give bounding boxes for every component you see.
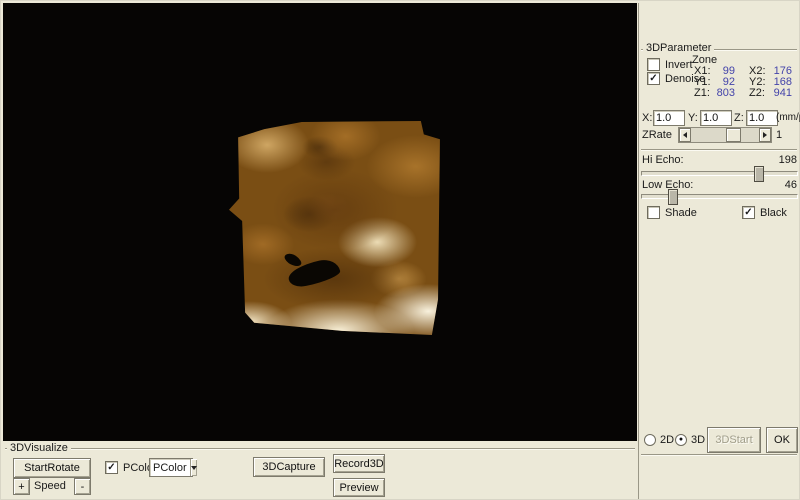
visualize-panel: 3DVisualize StartRotate + Speed - ✓ PCol… <box>3 441 638 499</box>
ok-button[interactable]: OK <box>766 427 798 453</box>
parameter-panel: 3DParameter Invert ✓ Denoise Zone X1: 99… <box>638 3 799 499</box>
groupbox-top-edge <box>5 448 635 449</box>
speed-minus-button[interactable]: - <box>74 478 91 495</box>
scale-y-input[interactable]: 1.0 <box>700 110 732 126</box>
3d-ultrasound-render[interactable] <box>229 119 441 335</box>
radio-icon: ● <box>675 434 687 446</box>
zrate-right-arrow-button[interactable] <box>759 128 771 142</box>
start-rotate-button[interactable]: StartRotate <box>13 458 91 478</box>
arrow-left-icon <box>680 132 687 138</box>
mode-2d-radio[interactable]: 2D <box>644 434 674 446</box>
scale-x-input[interactable]: 1.0 <box>653 110 685 126</box>
radio-icon <box>644 434 656 446</box>
dropdown-arrow-button[interactable] <box>190 459 197 476</box>
checkbox-icon <box>647 206 660 219</box>
zone-z2-value: 941 <box>770 87 792 99</box>
hi-echo-slider[interactable] <box>641 171 798 176</box>
scale-x-label: X: <box>642 112 652 124</box>
checkbox-icon: ✓ <box>647 72 660 85</box>
mode-2d-label: 2D <box>660 434 674 446</box>
hi-echo-label: Hi Echo: <box>642 154 684 166</box>
mode-3d-label: 3D <box>691 434 705 446</box>
zone-z2-label: Z2: <box>749 87 765 99</box>
scale-z-input[interactable]: 1.0 <box>746 110 778 126</box>
speed-plus-button[interactable]: + <box>13 478 30 495</box>
group-label-3dparameter: 3DParameter <box>643 42 714 54</box>
record3d-button[interactable]: Record3D <box>333 454 385 473</box>
low-echo-slider-thumb[interactable] <box>668 189 678 205</box>
zrate-left-arrow-button[interactable] <box>679 128 691 142</box>
shade-checkbox[interactable]: Shade <box>647 206 697 219</box>
zrate-value: 1 <box>776 129 782 141</box>
hi-echo-value: 198 <box>777 154 797 166</box>
3dcapture-button[interactable]: 3DCapture <box>253 457 325 477</box>
mode-3d-radio[interactable]: ● 3D <box>675 434 705 446</box>
3dstart-button[interactable]: 3DStart <box>707 427 761 453</box>
black-checkbox[interactable]: ✓ Black <box>742 206 787 219</box>
group-label-3dvisualize: 3DVisualize <box>7 442 71 454</box>
app-window: 3DParameter Invert ✓ Denoise Zone X1: 99… <box>0 0 800 500</box>
scale-y-label: Y: <box>688 112 698 124</box>
low-echo-value: 46 <box>777 179 797 191</box>
separator-line <box>641 454 797 455</box>
zrate-label: ZRate <box>642 129 672 141</box>
checkbox-icon <box>647 58 660 71</box>
speed-label: Speed <box>34 480 66 492</box>
invert-label: Invert <box>665 59 693 71</box>
chevron-down-icon <box>191 466 197 473</box>
black-label: Black <box>760 207 787 219</box>
shade-label: Shade <box>665 207 697 219</box>
scale-unit-label: (mm/p) <box>776 112 800 123</box>
pcolor-dropdown[interactable]: PColor <box>149 458 193 477</box>
hi-echo-slider-thumb[interactable] <box>754 166 764 182</box>
low-echo-slider[interactable] <box>641 194 798 199</box>
preview-button[interactable]: Preview <box>333 478 385 497</box>
zone-z1-label: Z1: <box>694 87 710 99</box>
zrate-scrollbar[interactable] <box>678 127 772 143</box>
pcolor-dropdown-value: PColor <box>150 462 190 474</box>
3d-viewport <box>3 3 637 441</box>
zone-z1-value: 803 <box>713 87 735 99</box>
invert-checkbox[interactable]: Invert <box>647 58 693 71</box>
arrow-right-icon <box>763 132 770 138</box>
checkbox-icon: ✓ <box>105 461 118 474</box>
zrate-thumb[interactable] <box>726 128 741 142</box>
checkbox-icon: ✓ <box>742 206 755 219</box>
separator-line <box>641 149 797 150</box>
scale-z-label: Z: <box>734 112 744 124</box>
